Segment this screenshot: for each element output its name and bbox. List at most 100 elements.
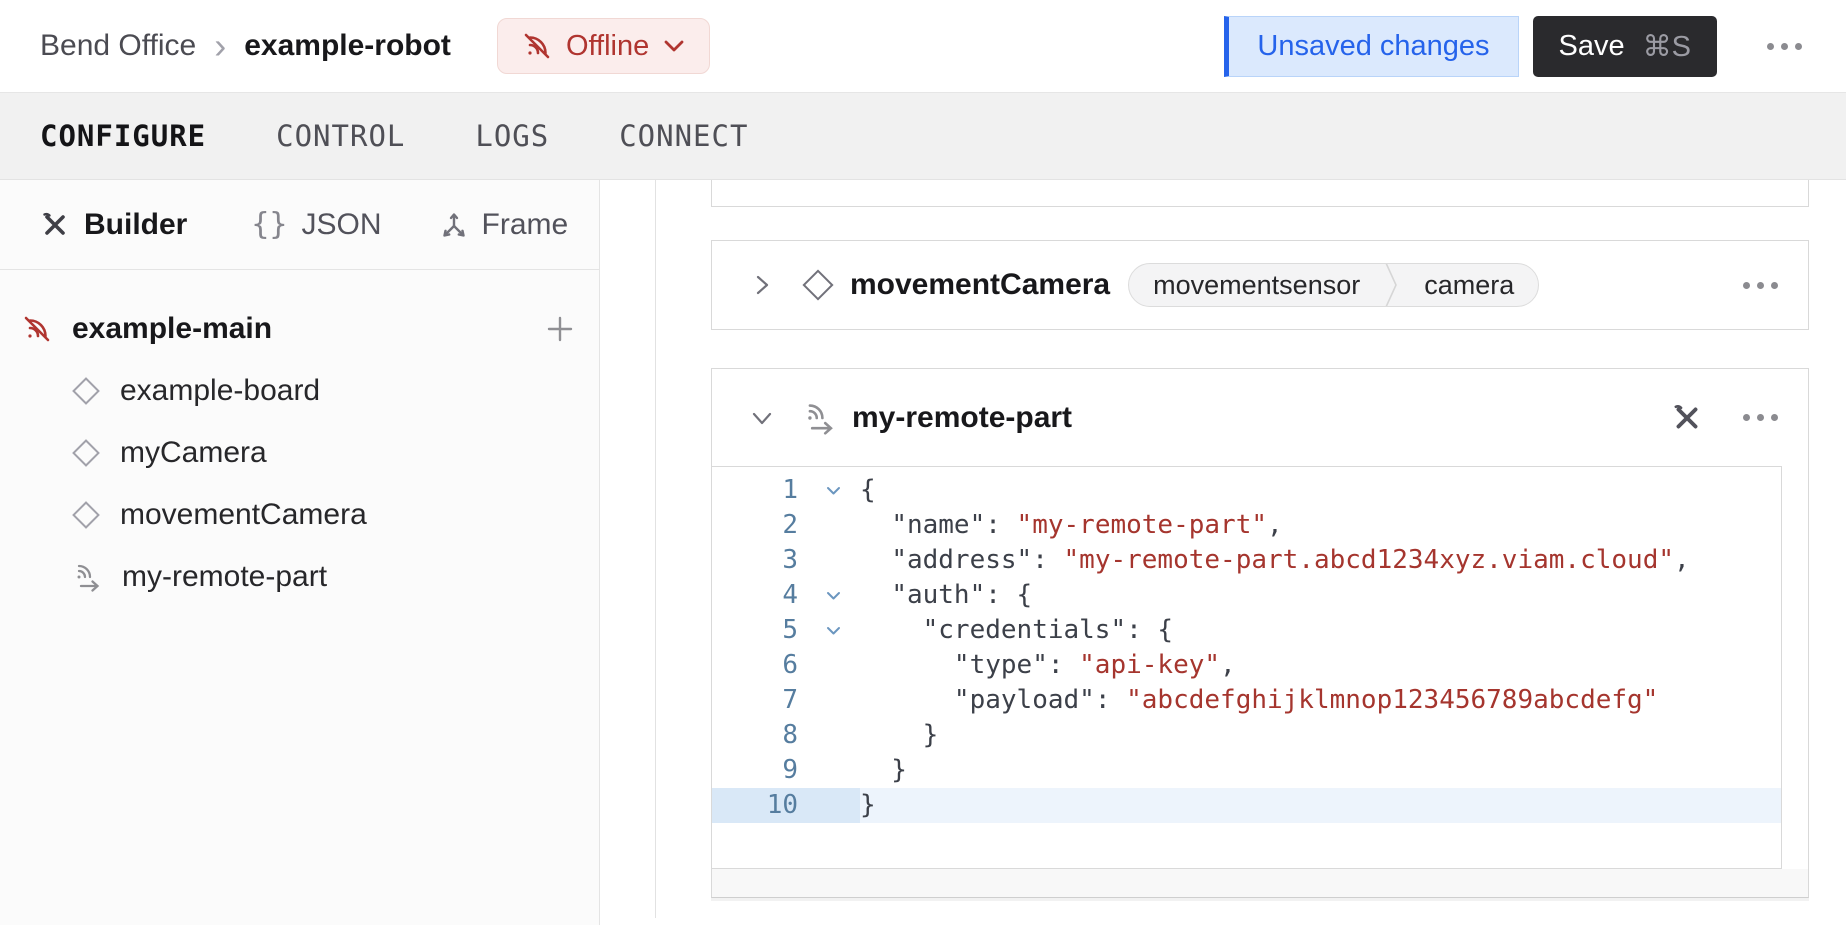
card-title: movementCamera xyxy=(850,268,1110,302)
mode-builder-label: Builder xyxy=(84,208,187,242)
machine-tab-bar: CONFIGURE CONTROL LOGS CONNECT xyxy=(0,93,1846,180)
chevron-down-icon xyxy=(663,39,685,53)
code-text: } xyxy=(860,718,1781,753)
config-sidebar: Builder {} JSON Frame xyxy=(0,180,600,925)
frame-icon xyxy=(440,210,468,240)
tree-item-example-main[interactable]: example-main xyxy=(0,298,599,360)
machine-status-label: Offline xyxy=(566,30,649,63)
line-number: 3 xyxy=(712,543,806,578)
card-partial-top xyxy=(711,180,1809,207)
component-type-badge: movementsensor camera xyxy=(1128,263,1539,307)
code-line-4[interactable]: 4 "auth": { xyxy=(712,578,1781,613)
line-number: 10 xyxy=(712,788,806,823)
code-text: "address": "my-remote-part.abcd1234xyz.v… xyxy=(860,543,1781,578)
wifi-off-icon xyxy=(522,31,552,61)
fold-chevron-down-icon[interactable] xyxy=(806,473,860,508)
badge-movementsensor: movementsensor xyxy=(1129,270,1384,301)
unsaved-changes-indicator[interactable]: Unsaved changes xyxy=(1224,16,1518,77)
add-component-button[interactable] xyxy=(545,314,575,344)
tree-item-label: example-board xyxy=(120,374,320,408)
code-line-10[interactable]: 10} xyxy=(712,788,1781,823)
tab-configure[interactable]: CONFIGURE xyxy=(40,119,206,153)
header-overflow-menu-button[interactable] xyxy=(1767,43,1802,50)
tree-item-label: movementCamera xyxy=(120,498,367,532)
configure-content: Builder {} JSON Frame xyxy=(0,180,1846,925)
card-my-remote-part: my-remote-part 1{2 "name": "my-remote-pa… xyxy=(711,368,1809,898)
remote-card-header: my-remote-part xyxy=(712,369,1808,466)
json-code-editor[interactable]: 1{2 "name": "my-remote-part",3 "address"… xyxy=(712,466,1782,869)
tree-item-example-board[interactable]: example-board xyxy=(0,360,599,422)
card-title: my-remote-part xyxy=(852,401,1072,435)
tree-item-movementcamera[interactable]: movementCamera xyxy=(0,484,599,546)
mode-frame[interactable]: Frame xyxy=(440,208,569,242)
component-tree: example-main example-board xyxy=(0,270,599,608)
line-number: 5 xyxy=(712,613,806,648)
remote-part-icon xyxy=(802,401,836,435)
tab-control[interactable]: CONTROL xyxy=(276,119,405,153)
remote-card-footer xyxy=(712,869,1808,897)
top-header: Bend Office › example-robot Offline Unsa… xyxy=(0,0,1846,93)
diamond-icon xyxy=(802,269,834,301)
card-overflow-menu-button[interactable] xyxy=(1743,282,1778,289)
line-number: 7 xyxy=(712,683,806,718)
card-overflow-menu-button[interactable] xyxy=(1743,414,1778,421)
tree-item-label: myCamera xyxy=(120,436,267,470)
tree-item-mycamera[interactable]: myCamera xyxy=(0,422,599,484)
code-text: "credentials": { xyxy=(860,613,1781,648)
code-line-2[interactable]: 2 "name": "my-remote-part", xyxy=(712,508,1781,543)
badge-divider-icon xyxy=(1384,263,1400,307)
machine-status-dropdown[interactable]: Offline xyxy=(497,18,710,74)
breadcrumb-robot-name: example-robot xyxy=(244,29,451,63)
collapse-chevron-down-icon[interactable] xyxy=(750,406,774,430)
line-number: 4 xyxy=(712,578,806,613)
code-line-5[interactable]: 5 "credentials": { xyxy=(712,613,1781,648)
tab-logs[interactable]: LOGS xyxy=(475,119,549,153)
code-text: { xyxy=(860,473,1781,508)
code-text: "payload": "abcdefghijklmnop123456789abc… xyxy=(860,683,1781,718)
line-number: 8 xyxy=(712,718,806,753)
code-line-3[interactable]: 3 "address": "my-remote-part.abcd1234xyz… xyxy=(712,543,1781,578)
code-line-9[interactable]: 9 } xyxy=(712,753,1781,788)
code-text: } xyxy=(860,788,1781,823)
code-text: } xyxy=(860,753,1781,788)
code-line-1[interactable]: 1{ xyxy=(712,473,1781,508)
code-editor-lines: 1{2 "name": "my-remote-part",3 "address"… xyxy=(712,473,1781,823)
mode-builder[interactable]: Builder xyxy=(40,208,187,242)
code-text: "auth": { xyxy=(860,578,1781,613)
tree-item-label: example-main xyxy=(72,312,545,346)
code-line-6[interactable]: 6 "type": "api-key", xyxy=(712,648,1781,683)
braces-icon: {} xyxy=(251,207,287,242)
config-cards-area: movementCamera movementsensor camera xyxy=(711,180,1809,925)
line-number: 6 xyxy=(712,648,806,683)
tools-icon[interactable] xyxy=(1671,402,1703,434)
tree-item-label: my-remote-part xyxy=(122,560,327,594)
card-movementcamera: movementCamera movementsensor camera xyxy=(711,240,1809,330)
tools-icon xyxy=(40,210,70,240)
line-number: 9 xyxy=(712,753,806,788)
fold-chevron-down-icon[interactable] xyxy=(806,613,860,648)
sidebar-mode-switcher: Builder {} JSON Frame xyxy=(0,180,599,270)
save-button-label: Save xyxy=(1559,30,1625,63)
diamond-icon xyxy=(72,501,100,529)
mode-json-label: JSON xyxy=(301,208,381,242)
mode-json[interactable]: {} JSON xyxy=(251,207,381,242)
tab-connect[interactable]: CONNECT xyxy=(619,119,748,153)
line-number: 2 xyxy=(712,508,806,543)
wifi-off-icon xyxy=(22,314,52,344)
diamond-icon xyxy=(72,377,100,405)
code-line-8[interactable]: 8 } xyxy=(712,718,1781,753)
save-button[interactable]: Save ⌘S xyxy=(1533,16,1717,77)
pane-divider xyxy=(655,180,656,918)
tree-item-my-remote-part[interactable]: my-remote-part xyxy=(0,546,599,608)
code-text: "name": "my-remote-part", xyxy=(860,508,1781,543)
code-line-7[interactable]: 7 "payload": "abcdefghijklmnop123456789a… xyxy=(712,683,1781,718)
diamond-icon xyxy=(72,439,100,467)
line-number: 1 xyxy=(712,473,806,508)
expand-chevron-right-icon[interactable] xyxy=(750,273,774,297)
mode-frame-label: Frame xyxy=(482,208,569,242)
breadcrumb-org[interactable]: Bend Office xyxy=(40,29,196,63)
code-text: "type": "api-key", xyxy=(860,648,1781,683)
breadcrumb-separator-icon: › xyxy=(214,28,226,64)
unsaved-changes-label: Unsaved changes xyxy=(1257,30,1489,63)
fold-chevron-down-icon[interactable] xyxy=(806,578,860,613)
